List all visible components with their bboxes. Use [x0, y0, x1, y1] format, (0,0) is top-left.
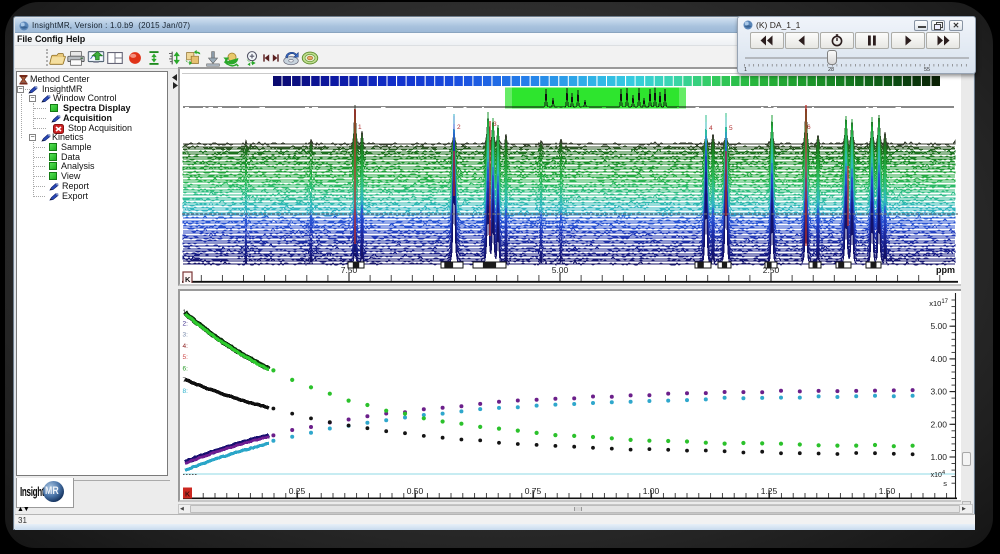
svg-text:6:: 6: — [183, 366, 189, 373]
svg-text:1:: 1: — [183, 309, 189, 316]
svg-text:3:: 3: — [183, 332, 189, 339]
svg-text:2.00: 2.00 — [930, 419, 947, 429]
svg-text:x104: x104 — [931, 470, 945, 479]
svg-text:K: K — [185, 492, 190, 499]
svg-text:s: s — [943, 479, 947, 488]
svg-text:2: 2 — [457, 124, 461, 131]
svg-text:ppm: ppm — [936, 265, 955, 275]
svg-text:4.00: 4.00 — [930, 354, 947, 364]
svg-text:3.00: 3.00 — [930, 387, 947, 397]
svg-text:5:: 5: — [183, 354, 189, 361]
svg-text:3: 3 — [493, 121, 497, 128]
svg-text:1: 1 — [358, 124, 362, 131]
svg-text:7:: 7: — [183, 377, 189, 384]
svg-text:5.00: 5.00 — [552, 265, 569, 275]
svg-text:4: 4 — [709, 125, 713, 132]
svg-text:4:: 4: — [183, 343, 189, 350]
svg-text:K: K — [185, 275, 191, 283]
svg-text:x1017: x1017 — [929, 299, 948, 308]
svg-text:6: 6 — [807, 124, 811, 131]
svg-text:5.00: 5.00 — [930, 321, 947, 331]
svg-text:8:: 8: — [183, 388, 189, 395]
svg-text:2:: 2: — [183, 320, 189, 327]
svg-text:1.00: 1.00 — [930, 452, 947, 462]
svg-text:5: 5 — [729, 125, 733, 132]
